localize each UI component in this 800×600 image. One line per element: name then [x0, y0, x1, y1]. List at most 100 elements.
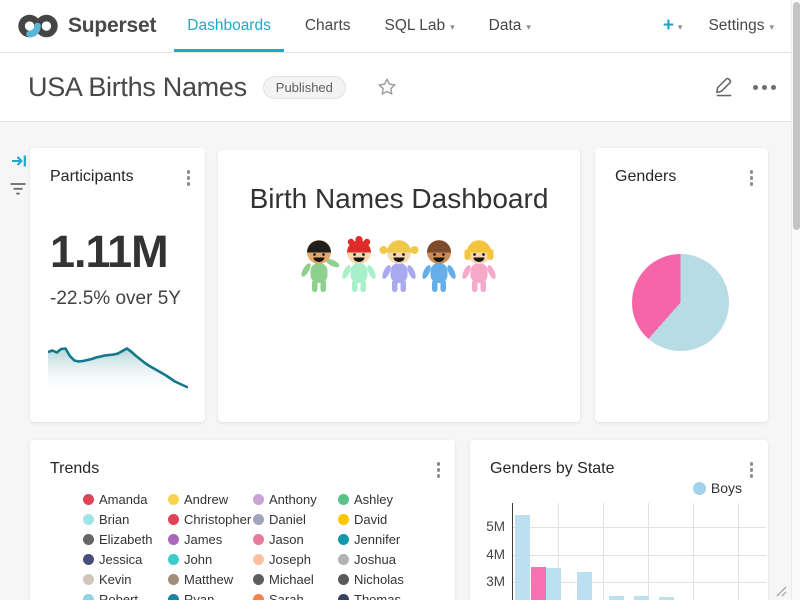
legend-item-sarah[interactable]: Sarah [253, 589, 338, 600]
legend-label: Joshua [354, 552, 396, 567]
legend-item-thomas[interactable]: Thomas [338, 589, 423, 600]
legend-item-michael[interactable]: Michael [253, 569, 338, 589]
legend-label: Daniel [269, 512, 306, 527]
nav-item-label: SQL Lab [385, 17, 446, 35]
edit-dashboard-button[interactable] [713, 73, 735, 102]
legend-item-nicholas[interactable]: Nicholas [338, 569, 423, 589]
nav-item-data[interactable]: Data▾ [472, 0, 548, 52]
nav-item-dashboards[interactable]: Dashboards [170, 0, 288, 52]
vertical-scrollbar[interactable] [791, 0, 800, 600]
kid-figure [299, 236, 339, 294]
legend-item-amanda[interactable]: Amanda [83, 489, 168, 509]
chart-title: Genders [615, 168, 732, 186]
legend-dot-icon [338, 574, 349, 585]
published-badge[interactable]: Published [263, 76, 346, 99]
chart-menu-button[interactable] [748, 168, 756, 188]
chevron-down-icon: ▾ [678, 21, 683, 32]
legend-label: Anthony [269, 492, 317, 507]
navbar: Superset DashboardsChartsSQL Lab▾Data▾ +… [0, 0, 800, 53]
legend-item-brian[interactable]: Brian [83, 509, 168, 529]
legend-label: Michael [269, 572, 314, 587]
favorite-star-button[interactable] [376, 76, 398, 98]
legend-item-christopher[interactable]: Christopher [168, 509, 253, 529]
settings-label: Settings [708, 17, 764, 35]
legend-item-david[interactable]: David [338, 509, 423, 529]
legend-item-daniel[interactable]: Daniel [253, 509, 338, 529]
legend-dot-icon [253, 494, 264, 505]
trends-card: Trends Amanda Andrew Anthony Ashley BrianChr… [30, 440, 455, 600]
legend-dot-icon [83, 594, 94, 600]
chart-menu-button[interactable] [185, 168, 193, 188]
legend-label: David [354, 512, 387, 527]
nav-menu: DashboardsChartsSQL Lab▾Data▾ [170, 0, 548, 52]
legend-item-jessica[interactable]: Jessica [83, 549, 168, 569]
bar-boys[interactable] [515, 515, 530, 600]
nav-item-charts[interactable]: Charts [288, 0, 368, 52]
legend-item-elizabeth[interactable]: Elizabeth [83, 529, 168, 549]
bar-boys[interactable] [634, 596, 649, 600]
legend-dot-icon [168, 534, 179, 545]
legend-dot-icon [338, 594, 349, 600]
chart-title: Genders by State [490, 460, 732, 478]
axis-tick-label: 4M [470, 547, 505, 562]
legend-item-ryan[interactable]: Ryan [168, 589, 253, 600]
participants-sparkline [48, 338, 188, 394]
legend-item-jennifer[interactable]: Jennifer [338, 529, 423, 549]
bar-boys[interactable] [609, 596, 624, 600]
bar-boys[interactable] [577, 572, 592, 600]
legend-item-john[interactable]: John [168, 549, 253, 569]
superset-logo[interactable]: Superset [0, 0, 170, 52]
legend-dot-icon [83, 494, 94, 505]
gridline [693, 503, 694, 600]
legend-label: Jason [269, 532, 304, 547]
legend-label: Sarah [269, 592, 304, 600]
nav-right: + ▾ Settings ▾ [663, 0, 800, 52]
nav-item-label: Data [489, 17, 522, 35]
legend-dot-icon [338, 494, 349, 505]
chart-menu-button[interactable] [748, 460, 756, 480]
legend-item-andrew[interactable]: Andrew [168, 489, 253, 509]
more-actions-button[interactable] [753, 85, 776, 90]
settings-menu[interactable]: Settings ▾ [708, 17, 774, 35]
legend-item-robert[interactable]: Robert [83, 589, 168, 600]
filter-lines-icon [9, 181, 27, 197]
bar-boys[interactable] [546, 568, 561, 600]
kid-figure [419, 236, 459, 294]
legend-dot-icon [168, 494, 179, 505]
new-item-button[interactable]: + ▾ [663, 15, 683, 37]
legend-item-kevin[interactable]: Kevin [83, 569, 168, 589]
header-actions [713, 73, 776, 102]
legend-item-joshua[interactable]: Joshua [338, 549, 423, 569]
brand-name: Superset [68, 14, 156, 38]
kid-figure [339, 236, 379, 294]
legend-label: Thomas [354, 592, 401, 600]
chevron-down-icon: ▾ [769, 21, 774, 32]
gridline [648, 503, 649, 600]
scrollbar-thumb[interactable] [793, 2, 800, 230]
legend-item-joseph[interactable]: Joseph [253, 549, 338, 569]
legend-item-anthony[interactable]: Anthony [253, 489, 338, 509]
expand-filter-bar-button[interactable] [10, 152, 28, 175]
legend-label: Joseph [269, 552, 311, 567]
legend-item-james[interactable]: James [168, 529, 253, 549]
resize-handle[interactable] [774, 584, 787, 597]
legend-dot-icon [83, 574, 94, 585]
chart-menu-button[interactable] [435, 460, 443, 480]
bar-girls[interactable] [531, 567, 546, 600]
legend-item-matthew[interactable]: Matthew [168, 569, 253, 589]
legend-item-ashley[interactable]: Ashley [338, 489, 423, 509]
chart-title: Trends [50, 460, 419, 478]
legend-item-jason[interactable]: Jason [253, 529, 338, 549]
nav-item-sql-lab[interactable]: SQL Lab▾ [368, 0, 472, 52]
legend-dot-icon [693, 482, 706, 495]
genders-pie-chart[interactable] [632, 254, 729, 351]
gridline [603, 503, 604, 600]
legend-dot-icon [168, 554, 179, 565]
legend-label: Amanda [99, 492, 147, 507]
filters-button[interactable] [9, 181, 27, 202]
trends-legend: Amanda Andrew Anthony Ashley BrianChristophe… [83, 489, 423, 600]
gridline [738, 503, 739, 600]
birth-names-header-card: Birth Names Dashboard [218, 150, 580, 422]
legend-item-boys[interactable]: Boys [693, 478, 742, 498]
legend-label: Nicholas [354, 572, 404, 587]
